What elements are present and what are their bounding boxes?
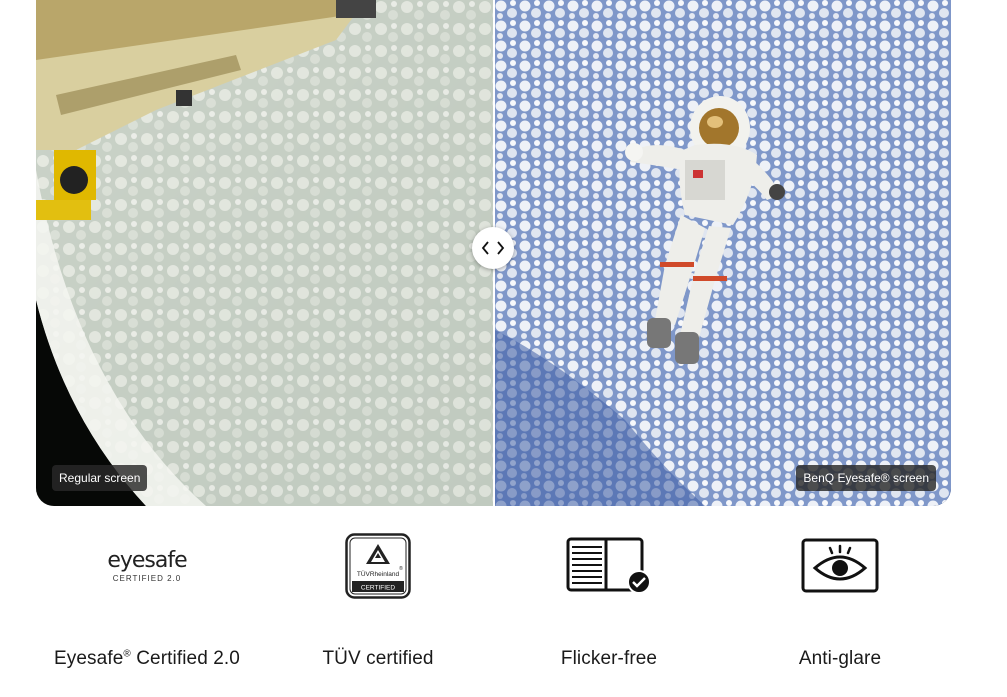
eye-icon <box>801 538 879 593</box>
eyesafe-logo-icon: eyesafe CERTIFIED 2.0 <box>32 532 262 600</box>
tuv-logo-mark: ® <box>399 565 403 572</box>
tuv-logo-wrap: TÜVRheinland ® CERTIFIED <box>263 532 493 600</box>
tuv-rheinland-logo-icon: TÜVRheinland ® CERTIFIED <box>345 533 411 599</box>
feature-flicker-free: Flicker-free <box>494 520 724 690</box>
eyesafe-logo-text: eyesafe <box>107 547 187 573</box>
eyesafe-screen-image <box>495 0 951 506</box>
tuv-logo-sub: CERTIFIED <box>361 585 395 592</box>
feature-eyesafe: eyesafe CERTIFIED 2.0 Eyesafe® Certified… <box>32 520 262 690</box>
feature-title: Eyesafe® Certified 2.0 <box>32 648 262 670</box>
feature-title: Flicker-free <box>560 648 658 669</box>
flicker-icon-wrap <box>494 532 724 600</box>
regular-screen-label: Regular screen <box>52 465 148 491</box>
feature-anti-glare: Anti-glare <box>725 520 955 690</box>
eyesafe-logo-subtext: CERTIFIED 2.0 <box>112 573 182 583</box>
feature-title: Anti-glare <box>798 648 882 669</box>
eyesafe-screen-label: BenQ Eyesafe® screen <box>796 465 936 491</box>
comparison-handle[interactable] <box>472 227 514 269</box>
regular-screen-image <box>36 0 493 506</box>
tuv-logo-brand: TÜVRheinland <box>357 570 400 578</box>
image-comparison-slider[interactable]: Regular screen BenQ Eyesafe® screen <box>36 0 951 506</box>
chevron-left-right-icon <box>481 241 505 255</box>
feature-title-main: Eyesafe <box>54 648 124 669</box>
feature-title: TÜV certified <box>322 648 434 669</box>
feature-title-rest: Certified 2.0 <box>130 648 240 669</box>
flicker-free-icon <box>566 537 651 594</box>
feature-tuv: TÜVRheinland ® CERTIFIED TÜV certified <box>263 520 493 690</box>
anti-glare-icon-wrap <box>725 532 955 600</box>
feature-title-sup: ® <box>123 648 131 660</box>
